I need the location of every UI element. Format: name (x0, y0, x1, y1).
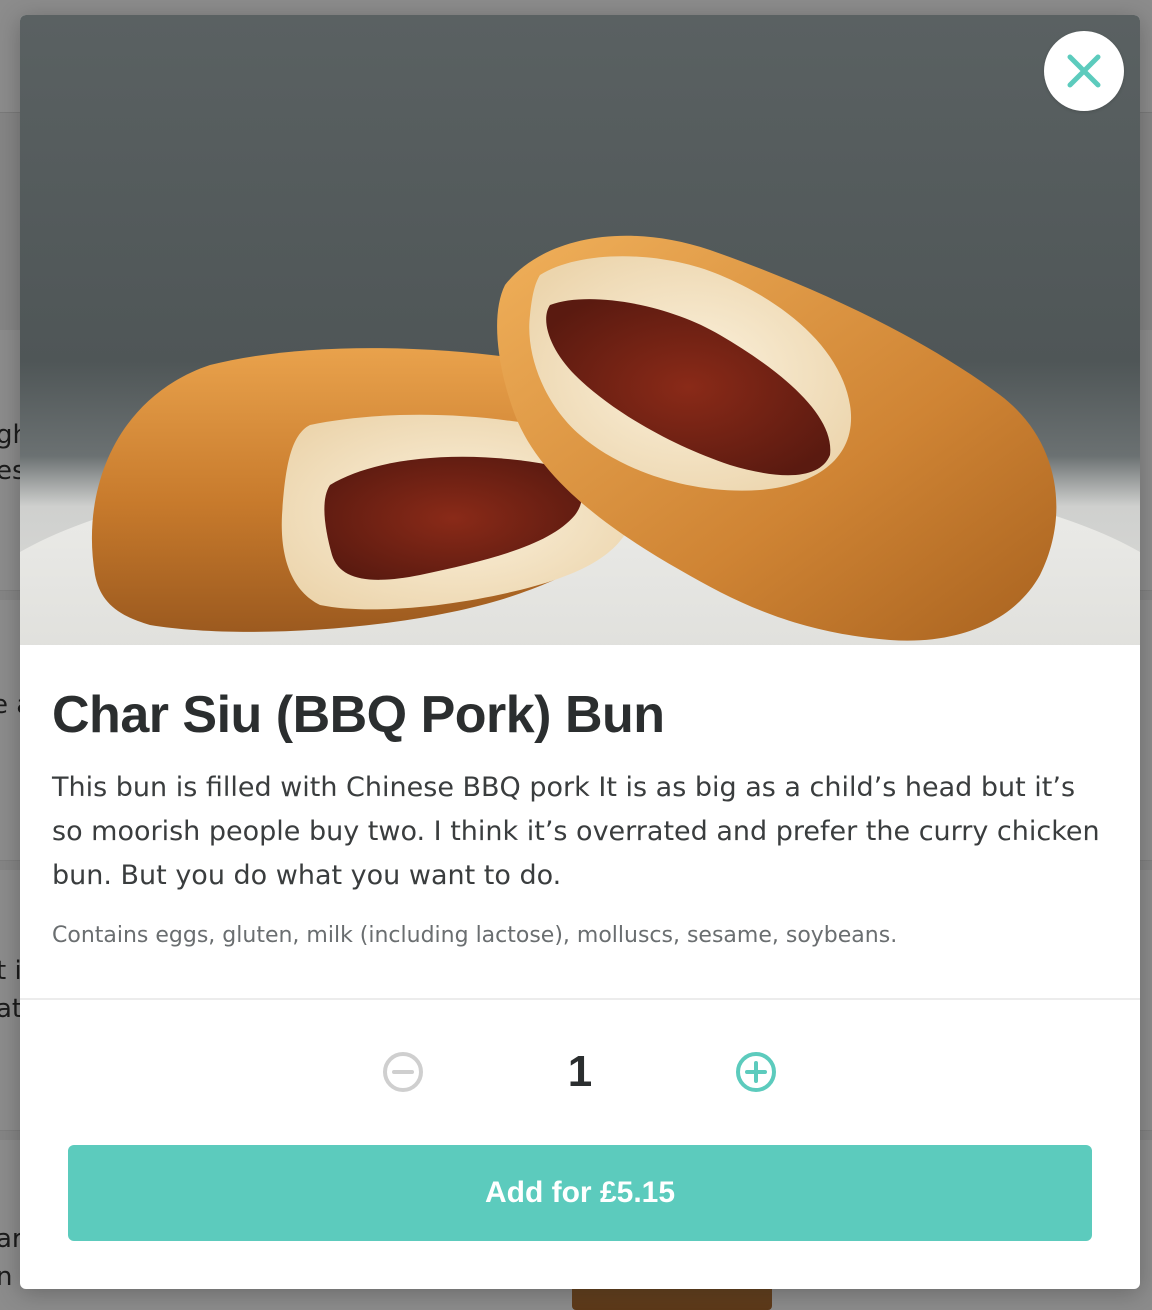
background-text-fragment: t i (0, 956, 22, 986)
background-text-fragment: n (0, 1262, 13, 1292)
increment-button[interactable] (733, 1049, 779, 1095)
product-title: Char Siu (BBQ Pork) Bun (52, 686, 665, 744)
divider (20, 998, 1140, 1000)
allergen-info: Contains eggs, gluten, milk (including l… (52, 923, 898, 948)
background-text-fragment: at (0, 994, 23, 1024)
plus-circle-icon (736, 1052, 776, 1092)
minus-circle-icon (383, 1052, 423, 1092)
product-modal: Char Siu (BBQ Pork) Bun This bun is fill… (20, 15, 1140, 1289)
add-to-basket-button[interactable]: Add for £5.15 (68, 1145, 1092, 1241)
product-description: This bun is filled with Chinese BBQ pork… (52, 772, 1100, 891)
quantity-stepper: 1 (20, 1043, 1140, 1101)
product-hero-image (20, 15, 1140, 645)
close-button[interactable] (1044, 31, 1124, 111)
close-icon (1067, 54, 1101, 88)
decrement-button[interactable] (380, 1049, 426, 1095)
product-details: Char Siu (BBQ Pork) Bun This bun is fill… (52, 680, 1108, 954)
bun-illustration (20, 235, 1140, 645)
quantity-value: 1 (567, 1047, 593, 1096)
